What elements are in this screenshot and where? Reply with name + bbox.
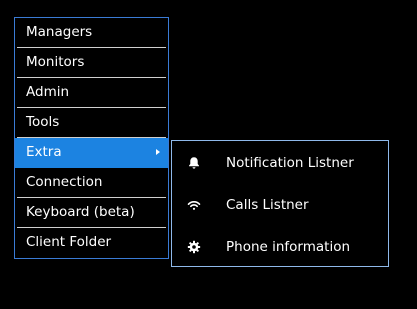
menu-item-tools[interactable]: Tools — [17, 108, 166, 138]
menu-item-monitors[interactable]: Monitors — [17, 48, 166, 78]
submenu-item-notification-listner[interactable]: Notification Listner — [172, 142, 388, 184]
submenu-item-label: Phone information — [226, 239, 351, 255]
menu-item-managers[interactable]: Managers — [17, 18, 166, 48]
menu-item-keyboard[interactable]: Keyboard (beta) — [17, 198, 166, 228]
menu-item-extra[interactable]: Extra — [15, 138, 168, 168]
menu-item-client-folder[interactable]: Client Folder — [17, 228, 166, 258]
submenu-item-label: Calls Listner — [226, 197, 309, 213]
menu-item-connection[interactable]: Connection — [17, 168, 166, 198]
submenu-item-phone-information[interactable]: Phone information — [172, 226, 388, 268]
menu-item-label: Managers — [26, 24, 93, 40]
extra-submenu: Notification Listner Calls Listner Phone… — [171, 140, 389, 267]
menu-item-label: Monitors — [26, 54, 85, 70]
context-menu: Managers Monitors Admin Tools Extra Conn… — [14, 17, 169, 259]
menu-item-label: Extra — [26, 144, 62, 160]
menu-item-label: Tools — [26, 114, 60, 130]
menu-item-label: Client Folder — [26, 234, 112, 250]
submenu-item-calls-listner[interactable]: Calls Listner — [172, 184, 388, 226]
bell-icon — [186, 155, 202, 171]
menu-item-label: Connection — [26, 174, 103, 190]
menu-item-label: Keyboard (beta) — [26, 204, 135, 220]
menu-item-admin[interactable]: Admin — [17, 78, 166, 108]
submenu-item-label: Notification Listner — [226, 155, 354, 171]
menu-item-label: Admin — [26, 84, 70, 100]
gear-icon — [186, 239, 202, 255]
submenu-arrow-icon — [156, 149, 160, 155]
wifi-icon — [186, 197, 202, 213]
